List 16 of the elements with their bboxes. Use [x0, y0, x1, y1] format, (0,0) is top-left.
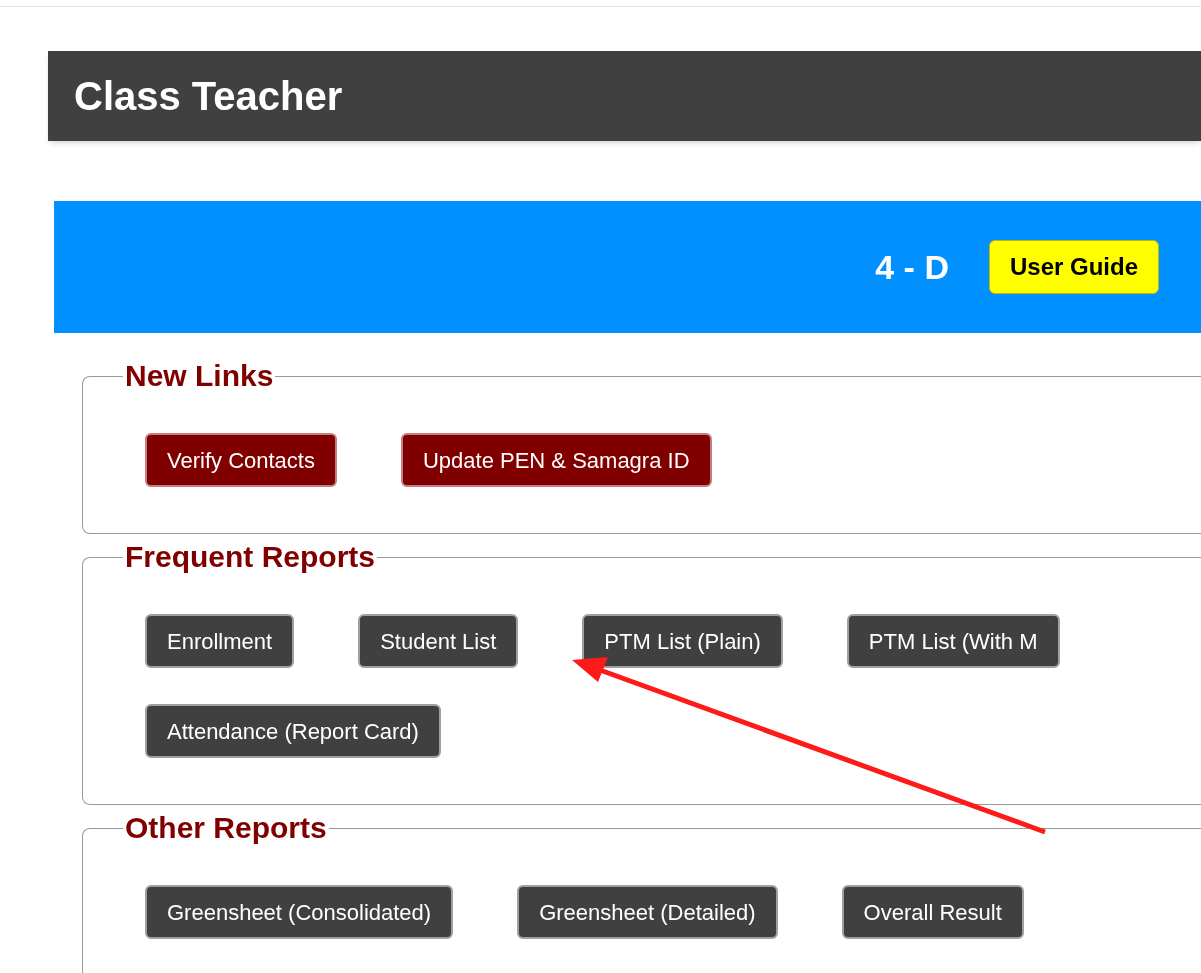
report-button[interactable]: Overall Result [841, 885, 1024, 939]
report-button[interactable]: Verify Contacts [145, 433, 337, 487]
page-title: Class Teacher [74, 73, 343, 120]
section-legend: Other Reports [123, 811, 329, 845]
report-button[interactable]: PTM List (Plain) [582, 614, 783, 668]
report-button[interactable]: Attendance (Report Card) [145, 704, 441, 758]
report-button[interactable]: Greensheet (Detailed) [517, 885, 778, 939]
report-button[interactable]: Student List [358, 614, 519, 668]
report-button[interactable]: Update PEN & Samagra ID [400, 433, 712, 487]
class-label: 4 - D [875, 246, 949, 288]
report-button[interactable]: Greensheet (Consolidated) [145, 885, 454, 939]
section-legend: Frequent Reports [123, 540, 378, 574]
report-button[interactable]: PTM List (With M [846, 614, 1060, 668]
report-button[interactable]: Enrollment [145, 614, 295, 668]
section-legend: New Links [123, 359, 276, 393]
user-guide-button[interactable]: User Guide [988, 240, 1159, 294]
